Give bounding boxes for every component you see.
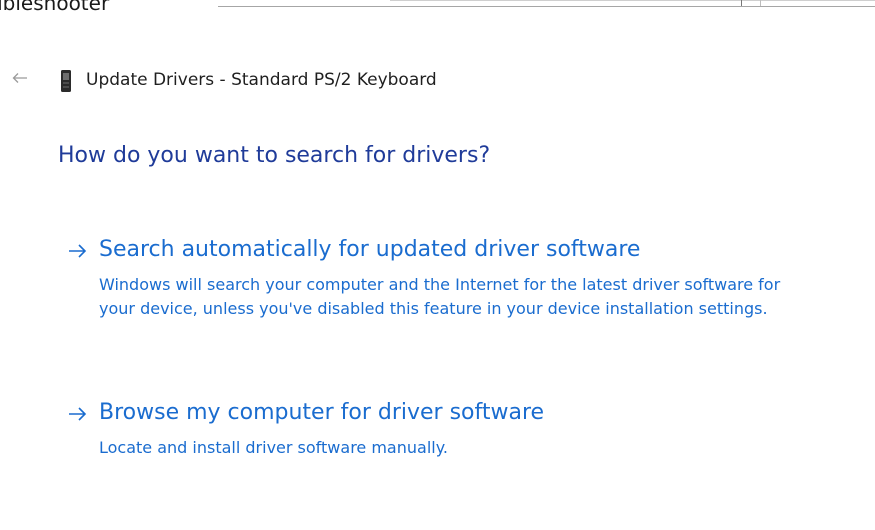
back-button[interactable] [8,66,32,90]
window-title: Update Drivers - Standard PS/2 Keyboard [86,70,437,90]
background-window-frame-top [390,0,875,1]
arrow-right-icon [69,407,87,421]
background-window-divider [741,0,742,6]
search-automatically-description: Windows will search your computer and th… [99,275,781,318]
background-window-divider-2 [760,0,761,6]
arrow-right-icon [69,244,87,258]
search-automatically-link[interactable]: Search automatically for updated driver … [99,237,640,262]
browse-computer-description: Locate and install driver software manua… [99,438,448,457]
update-drivers-dialog: ubleshooter Update Drivers - Standard PS… [0,0,875,530]
back-arrow-icon [12,73,27,83]
browse-computer-link[interactable]: Browse my computer for driver software [99,400,544,425]
page-heading: How do you want to search for drivers? [58,143,491,168]
keyboard-device-icon [61,70,71,92]
background-window-title: ubleshooter [0,0,110,15]
background-window: ubleshooter [0,0,875,16]
background-window-frame [218,6,875,7]
